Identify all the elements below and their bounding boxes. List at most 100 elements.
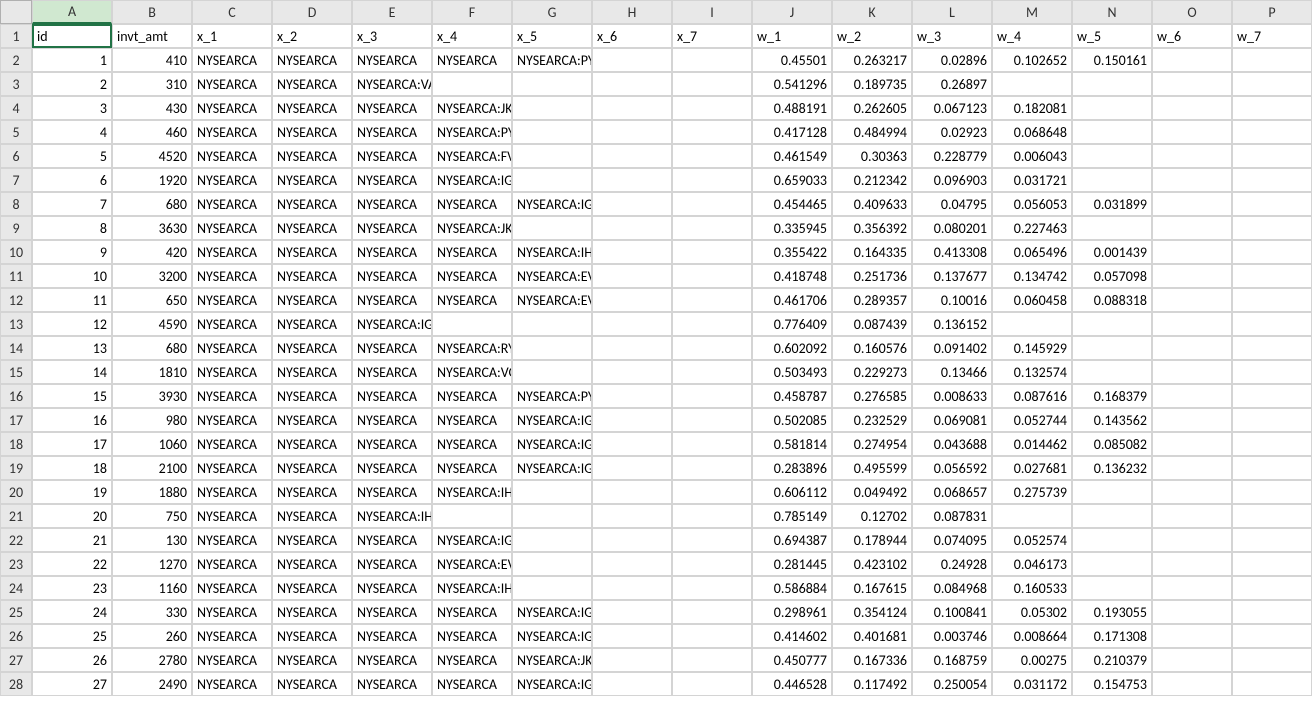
cell[interactable]: NYSEARCA bbox=[192, 144, 272, 168]
cell[interactable] bbox=[1232, 408, 1312, 432]
cell[interactable] bbox=[1232, 120, 1312, 144]
cell[interactable] bbox=[1152, 648, 1232, 672]
cell[interactable] bbox=[592, 144, 672, 168]
cell[interactable]: NYSEARCA bbox=[352, 384, 432, 408]
cell[interactable] bbox=[592, 216, 672, 240]
cell[interactable] bbox=[1072, 576, 1152, 600]
cell[interactable]: NYSEARCA bbox=[352, 528, 432, 552]
cell[interactable]: NYSEARCA:VAW bbox=[352, 72, 432, 96]
cell[interactable]: 0.281445 bbox=[752, 552, 832, 576]
row-header[interactable]: 11 bbox=[0, 264, 32, 288]
cell[interactable]: NYSEARCA bbox=[192, 624, 272, 648]
cell[interactable]: NYSEARCA:FVL bbox=[432, 144, 512, 168]
column-header-H[interactable]: H bbox=[592, 0, 672, 24]
cell[interactable] bbox=[1152, 552, 1232, 576]
cell[interactable] bbox=[512, 312, 592, 336]
cell[interactable] bbox=[1232, 432, 1312, 456]
cell[interactable]: 0.250054 bbox=[912, 672, 992, 696]
cell[interactable]: 3630 bbox=[112, 216, 192, 240]
row-header[interactable]: 8 bbox=[0, 192, 32, 216]
cell[interactable] bbox=[1152, 672, 1232, 696]
cell[interactable]: 680 bbox=[112, 192, 192, 216]
cell[interactable]: w_5 bbox=[1072, 24, 1152, 48]
cell[interactable]: NYSEARCA bbox=[352, 480, 432, 504]
cell[interactable]: 0.136232 bbox=[1072, 456, 1152, 480]
cell[interactable]: 0.145929 bbox=[992, 336, 1072, 360]
cell[interactable]: 3 bbox=[32, 96, 112, 120]
cell[interactable]: 0.283896 bbox=[752, 456, 832, 480]
cell[interactable]: NYSEARCA bbox=[352, 96, 432, 120]
cell[interactable]: 0.229273 bbox=[832, 360, 912, 384]
cell[interactable]: NYSEARCA:JKH bbox=[512, 648, 592, 672]
cell[interactable] bbox=[1072, 120, 1152, 144]
row-header[interactable]: 9 bbox=[0, 216, 32, 240]
cell[interactable]: 0.488191 bbox=[752, 96, 832, 120]
cell[interactable]: 2100 bbox=[112, 456, 192, 480]
cell[interactable]: NYSEARCA bbox=[432, 48, 512, 72]
cell[interactable] bbox=[592, 552, 672, 576]
cell[interactable]: 0.210379 bbox=[1072, 648, 1152, 672]
cell[interactable]: 0.413308 bbox=[912, 240, 992, 264]
cell[interactable] bbox=[672, 240, 752, 264]
cell[interactable] bbox=[592, 600, 672, 624]
cell[interactable]: NYSEARCA bbox=[352, 672, 432, 696]
cell[interactable]: NYSEARCA bbox=[272, 552, 352, 576]
cell[interactable] bbox=[592, 192, 672, 216]
cell[interactable]: 0.027681 bbox=[992, 456, 1072, 480]
row-header[interactable]: 2 bbox=[0, 48, 32, 72]
cell[interactable]: 0.461706 bbox=[752, 288, 832, 312]
cell[interactable]: 0.189735 bbox=[832, 72, 912, 96]
row-header[interactable]: 16 bbox=[0, 384, 32, 408]
cell[interactable]: 1920 bbox=[112, 168, 192, 192]
cell[interactable]: 0.031721 bbox=[992, 168, 1072, 192]
cell[interactable]: NYSEARCA bbox=[352, 120, 432, 144]
row-header[interactable]: 27 bbox=[0, 648, 32, 672]
cell[interactable]: 0.276585 bbox=[832, 384, 912, 408]
cell[interactable] bbox=[672, 648, 752, 672]
cell[interactable]: 13 bbox=[32, 336, 112, 360]
cell[interactable]: 0.069081 bbox=[912, 408, 992, 432]
cell[interactable]: NYSEARCA:IHF bbox=[432, 480, 512, 504]
cell[interactable]: 25 bbox=[32, 624, 112, 648]
cell[interactable]: 0.003746 bbox=[912, 624, 992, 648]
cell[interactable]: 460 bbox=[112, 120, 192, 144]
cell[interactable] bbox=[512, 504, 592, 528]
cell[interactable] bbox=[1152, 120, 1232, 144]
cell[interactable]: NYSEARCA bbox=[352, 648, 432, 672]
cell[interactable]: w_7 bbox=[1232, 24, 1312, 48]
row-header[interactable]: 25 bbox=[0, 600, 32, 624]
cell[interactable]: NYSEARCA bbox=[352, 240, 432, 264]
cell[interactable] bbox=[592, 384, 672, 408]
cell[interactable]: NYSEARCA bbox=[432, 240, 512, 264]
cell[interactable]: 0.193055 bbox=[1072, 600, 1152, 624]
cell[interactable]: 0.143562 bbox=[1072, 408, 1152, 432]
cell[interactable]: 9 bbox=[32, 240, 112, 264]
cell[interactable]: NYSEARCA bbox=[272, 264, 352, 288]
cell[interactable] bbox=[1232, 288, 1312, 312]
cell[interactable]: 0.046173 bbox=[992, 552, 1072, 576]
cell[interactable] bbox=[512, 120, 592, 144]
cell[interactable]: 130 bbox=[112, 528, 192, 552]
column-header-N[interactable]: N bbox=[1072, 0, 1152, 24]
cell[interactable]: w_6 bbox=[1152, 24, 1232, 48]
cell[interactable]: NYSEARCA bbox=[192, 408, 272, 432]
cell[interactable]: 0.031899 bbox=[1072, 192, 1152, 216]
cell[interactable] bbox=[1232, 672, 1312, 696]
cell[interactable]: NYSEARCA bbox=[432, 672, 512, 696]
column-header-B[interactable]: B bbox=[112, 0, 192, 24]
cell[interactable]: 0.137677 bbox=[912, 264, 992, 288]
cell[interactable]: NYSEARCA bbox=[352, 192, 432, 216]
cell[interactable]: 0.26897 bbox=[912, 72, 992, 96]
cell[interactable] bbox=[1232, 144, 1312, 168]
cell[interactable] bbox=[512, 360, 592, 384]
cell[interactable] bbox=[1232, 576, 1312, 600]
cell[interactable] bbox=[672, 216, 752, 240]
cell[interactable]: NYSEARCA bbox=[192, 168, 272, 192]
cell[interactable]: NYSEARCA:PYZ bbox=[512, 384, 592, 408]
cell[interactable]: 0.776409 bbox=[752, 312, 832, 336]
cell[interactable]: 11 bbox=[32, 288, 112, 312]
cell[interactable]: 0.354124 bbox=[832, 600, 912, 624]
cell[interactable]: 0.154753 bbox=[1072, 672, 1152, 696]
cell[interactable] bbox=[672, 384, 752, 408]
cell[interactable] bbox=[1232, 216, 1312, 240]
